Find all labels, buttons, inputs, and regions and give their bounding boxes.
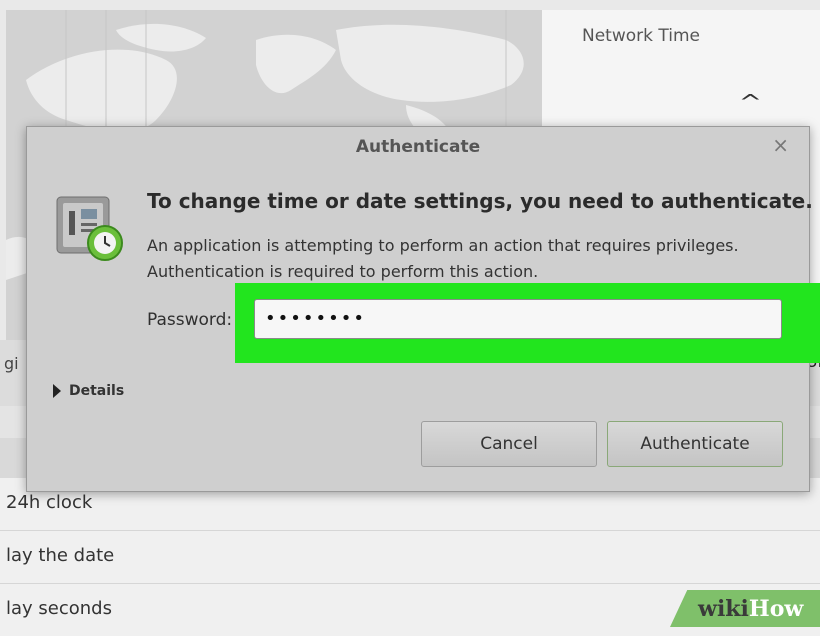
watermark-wiki: wiki bbox=[698, 596, 749, 622]
password-field[interactable]: •••••••• bbox=[254, 299, 782, 339]
dialog-description: An application is attempting to perform … bbox=[147, 236, 739, 281]
dialog-titlebar: Authenticate × bbox=[27, 127, 809, 167]
highlight-box: •••••••• bbox=[235, 283, 820, 363]
expand-triangle-icon bbox=[53, 384, 61, 398]
list-item[interactable]: lay the date bbox=[0, 531, 820, 584]
region-label-fragment: gi bbox=[4, 354, 19, 373]
cancel-button[interactable]: Cancel bbox=[421, 421, 597, 467]
details-label: Details bbox=[69, 383, 125, 399]
list-item-label: lay the date bbox=[6, 545, 115, 566]
watermark-how: How bbox=[748, 596, 804, 622]
close-icon[interactable]: × bbox=[772, 133, 789, 157]
network-time-label: Network Time bbox=[582, 26, 700, 46]
details-expander[interactable]: Details bbox=[53, 383, 124, 399]
wikihow-watermark: wikiHow bbox=[698, 596, 803, 622]
password-label: Password: bbox=[147, 310, 233, 330]
dialog-heading: To change time or date settings, you nee… bbox=[147, 189, 813, 213]
chevron-up-icon[interactable]: ^ bbox=[739, 90, 762, 114]
clock-lock-icon bbox=[55, 193, 125, 261]
list-item-label: 24h clock bbox=[6, 492, 93, 513]
authenticate-dialog: Authenticate × To change time or date se… bbox=[26, 126, 820, 492]
list-item-label: lay seconds bbox=[6, 598, 112, 619]
dialog-title: Authenticate bbox=[355, 137, 481, 157]
authenticate-button[interactable]: Authenticate bbox=[607, 421, 783, 467]
